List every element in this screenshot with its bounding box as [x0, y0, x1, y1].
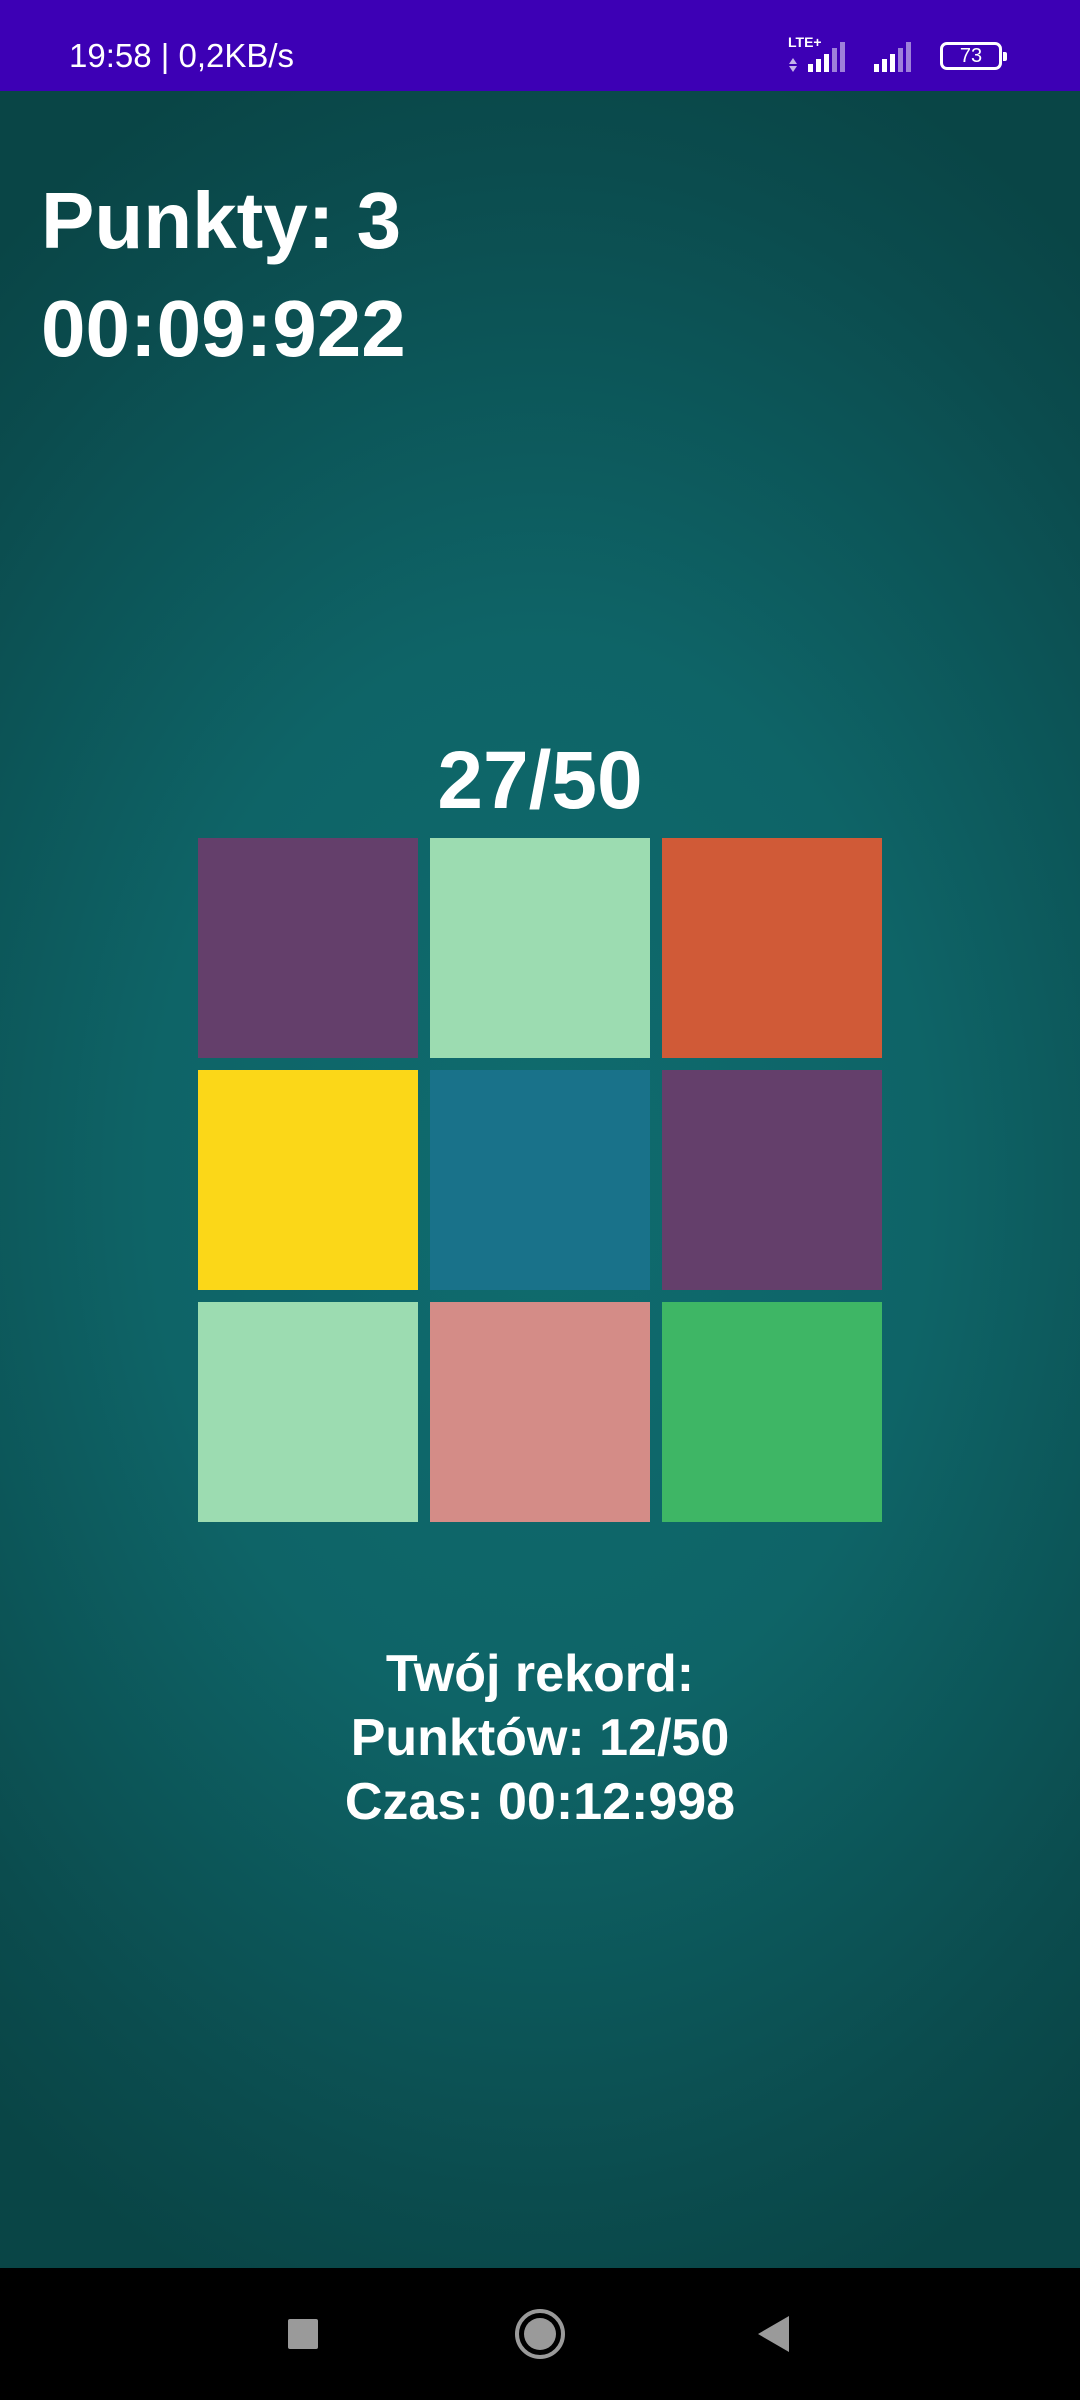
- home-button[interactable]: [480, 2268, 600, 2400]
- record-points: Punktów: 12/50: [350, 1709, 730, 1767]
- color-tile-grid: [198, 838, 882, 1522]
- game-area: Punkty: 3 00:09:922 27/50 Twój rekord: P…: [0, 91, 1080, 2268]
- color-tile[interactable]: [198, 1070, 418, 1290]
- network-type-label: LTE+: [788, 34, 822, 50]
- navigation-bar: [0, 2268, 1080, 2400]
- square-recents-icon: [288, 2319, 318, 2349]
- recents-button[interactable]: [243, 2268, 363, 2400]
- color-tile[interactable]: [662, 1302, 882, 1522]
- status-bar: 19:58 | 0,2KB/s LTE+ 73: [0, 0, 1080, 91]
- score-label: Punkty: 3: [41, 176, 402, 265]
- color-tile[interactable]: [662, 838, 882, 1058]
- back-button[interactable]: [714, 2268, 834, 2400]
- triangle-back-icon: [758, 2316, 789, 2352]
- record-title: Twój rekord:: [385, 1645, 695, 1703]
- record-panel: Twój rekord: Punktów: 12/50 Czas: 00:12:…: [0, 1642, 1080, 1834]
- color-tile[interactable]: [430, 1302, 650, 1522]
- status-time-speed: 19:58 | 0,2KB/s: [69, 37, 295, 74]
- round-progress: 27/50: [437, 735, 643, 826]
- color-tile[interactable]: [198, 838, 418, 1058]
- battery-icon: 73: [940, 42, 1007, 70]
- lte-signal-icon: LTE+: [786, 34, 858, 74]
- color-tile[interactable]: [662, 1070, 882, 1290]
- battery-level: 73: [959, 44, 983, 67]
- screen: 19:58 | 0,2KB/s LTE+ 73 Punkty: 3 00:09:…: [0, 0, 1080, 2400]
- color-tile[interactable]: [430, 838, 650, 1058]
- record-time: Czas: 00:12:998: [344, 1773, 736, 1831]
- color-tile[interactable]: [430, 1070, 650, 1290]
- circle-home-icon: [515, 2309, 565, 2359]
- color-tile[interactable]: [198, 1302, 418, 1522]
- timer-display: 00:09:922: [41, 284, 406, 373]
- status-icons: LTE+ 73: [786, 34, 1007, 74]
- cell-signal-2-icon: [874, 42, 911, 72]
